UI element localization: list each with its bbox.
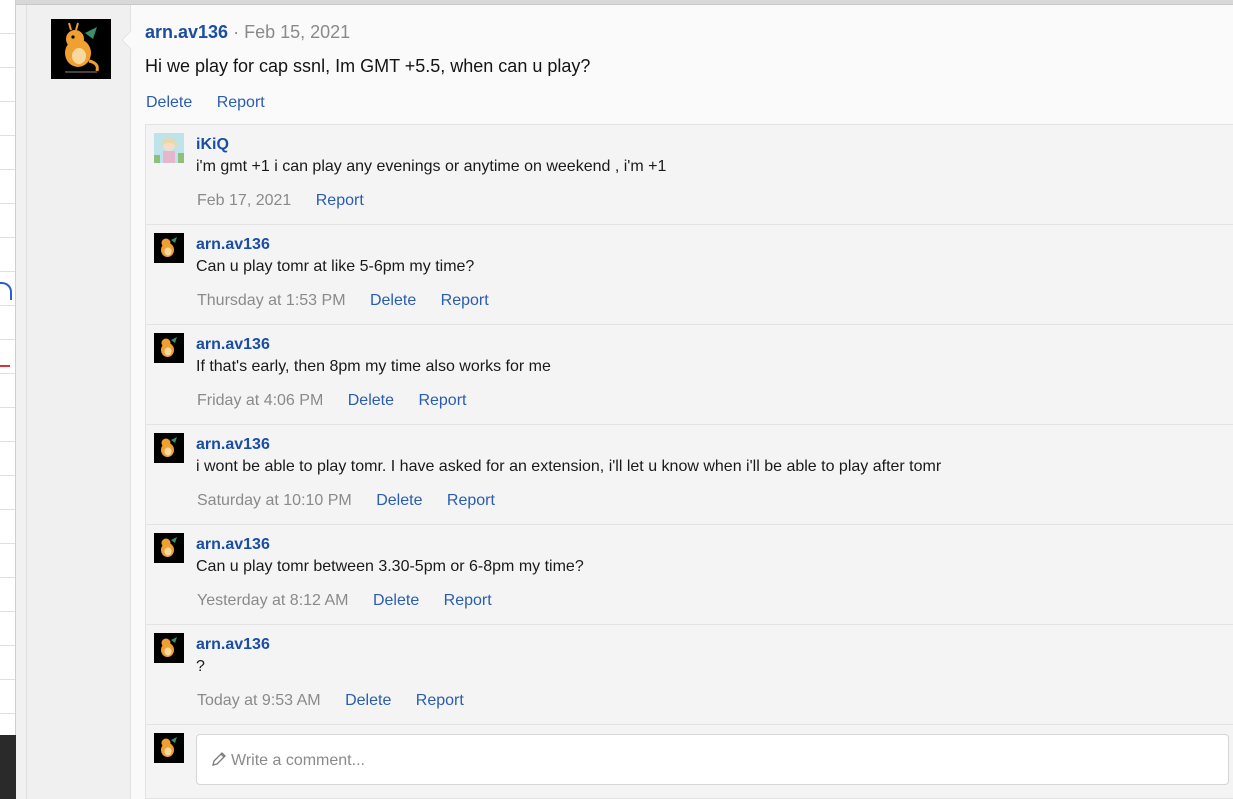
comment-item: arn.av136 Can u play tomr at like 5-6pm … (146, 225, 1233, 325)
comment-text: If that's early, then 8pm my time also w… (196, 358, 551, 375)
comment-author-link[interactable]: arn.av136 (196, 236, 270, 254)
post-actions: Delete Report (146, 94, 285, 112)
comment-report-link[interactable]: Report (416, 692, 464, 709)
profile-post: arn.av136 · Feb 15, 2021 Hi we play for … (26, 5, 1233, 799)
comment-report-link[interactable]: Report (444, 592, 492, 609)
write-comment-input[interactable]: Write a comment... (196, 734, 1229, 785)
comment-meta: Yesterday at 8:12 AM Delete Report (197, 592, 512, 610)
post-user-column (27, 5, 131, 799)
comment-author-avatar[interactable] (154, 233, 184, 263)
background-ink-mark (0, 365, 10, 367)
comment-report-link[interactable]: Report (441, 292, 489, 309)
comment-delete-link[interactable]: Delete (345, 692, 391, 709)
post-author-avatar[interactable] (51, 19, 111, 79)
post-separator: · (233, 22, 240, 42)
comment-timestamp[interactable]: Feb 17, 2021 (197, 192, 291, 209)
comment-item: arn.av136 Can u play tomr between 3.30-5… (146, 525, 1233, 625)
post-report-link[interactable]: Report (217, 94, 265, 111)
comment-item: arn.av136 ? Today at 9:53 AM Delete Repo… (146, 625, 1233, 725)
comment-timestamp[interactable]: Today at 9:53 AM (197, 692, 321, 709)
pencil-icon (212, 752, 226, 766)
dragon-icon (51, 19, 111, 79)
comment-meta: Thursday at 1:53 PM Delete Report (197, 292, 509, 310)
comment-delete-link[interactable]: Delete (370, 292, 416, 309)
comment-meta: Feb 17, 2021 Report (197, 192, 384, 210)
comment-author-link[interactable]: arn.av136 (196, 636, 270, 654)
comment-author-avatar[interactable] (154, 333, 184, 363)
comment-author-link[interactable]: iKiQ (196, 136, 229, 154)
post-date[interactable]: Feb 15, 2021 (244, 22, 350, 42)
background-window-edge (0, 0, 16, 799)
dragon-icon (154, 433, 184, 463)
post-body: Hi we play for cap ssnl, Im GMT +5.5, wh… (145, 56, 591, 76)
comment-list: iKiQ i'm gmt +1 i can play any evenings … (145, 124, 1233, 799)
comment-meta: Saturday at 10:10 PM Delete Report (197, 492, 515, 510)
dragon-icon (154, 733, 184, 763)
comment-text: ? (196, 658, 205, 675)
comment-timestamp[interactable]: Yesterday at 8:12 AM (197, 592, 349, 609)
comment-text: Can u play tomr at like 5-6pm my time? (196, 258, 475, 275)
background-dark-area (0, 735, 16, 799)
comment-delete-link[interactable]: Delete (373, 592, 419, 609)
comment-author-link[interactable]: arn.av136 (196, 336, 270, 354)
comment-item: arn.av136 If that's early, then 8pm my t… (146, 325, 1233, 425)
comment-meta: Friday at 4:06 PM Delete Report (197, 392, 486, 410)
comment-delete-link[interactable]: Delete (376, 492, 422, 509)
comment-item: iKiQ i'm gmt +1 i can play any evenings … (146, 125, 1233, 225)
post-header: arn.av136 · Feb 15, 2021 (145, 22, 350, 43)
comment-delete-link[interactable]: Delete (348, 392, 394, 409)
dragon-icon (154, 233, 184, 263)
dragon-icon (154, 633, 184, 663)
dragon-icon (154, 333, 184, 363)
comment-author-avatar[interactable] (154, 533, 184, 563)
comment-meta: Today at 9:53 AM Delete Report (197, 692, 484, 710)
anime-character-icon (154, 133, 184, 163)
write-comment-placeholder: Write a comment... (231, 752, 365, 769)
comment-timestamp[interactable]: Friday at 4:06 PM (197, 392, 323, 409)
comment-report-link[interactable]: Report (418, 392, 466, 409)
comment-timestamp[interactable]: Saturday at 10:10 PM (197, 492, 352, 509)
post-delete-link[interactable]: Delete (146, 94, 192, 111)
comment-author-avatar[interactable] (154, 633, 184, 663)
comment-timestamp[interactable]: Thursday at 1:53 PM (197, 292, 346, 309)
background-ink-mark (0, 282, 12, 300)
composer-user-avatar (154, 733, 184, 763)
comment-text: Can u play tomr between 3.30-5pm or 6-8p… (196, 558, 584, 575)
comment-text: i'm gmt +1 i can play any evenings or an… (196, 158, 667, 175)
comment-text: i wont be able to play tomr. I have aske… (196, 458, 942, 475)
post-author-link[interactable]: arn.av136 (145, 22, 228, 42)
comment-author-avatar[interactable] (154, 133, 184, 163)
dragon-icon (154, 533, 184, 563)
comment-author-link[interactable]: arn.av136 (196, 536, 270, 554)
comment-item: arn.av136 i wont be able to play tomr. I… (146, 425, 1233, 525)
comment-report-link[interactable]: Report (316, 192, 364, 209)
comment-report-link[interactable]: Report (447, 492, 495, 509)
comment-author-avatar[interactable] (154, 433, 184, 463)
comment-author-link[interactable]: arn.av136 (196, 436, 270, 454)
comment-composer: Write a comment... (146, 725, 1233, 799)
